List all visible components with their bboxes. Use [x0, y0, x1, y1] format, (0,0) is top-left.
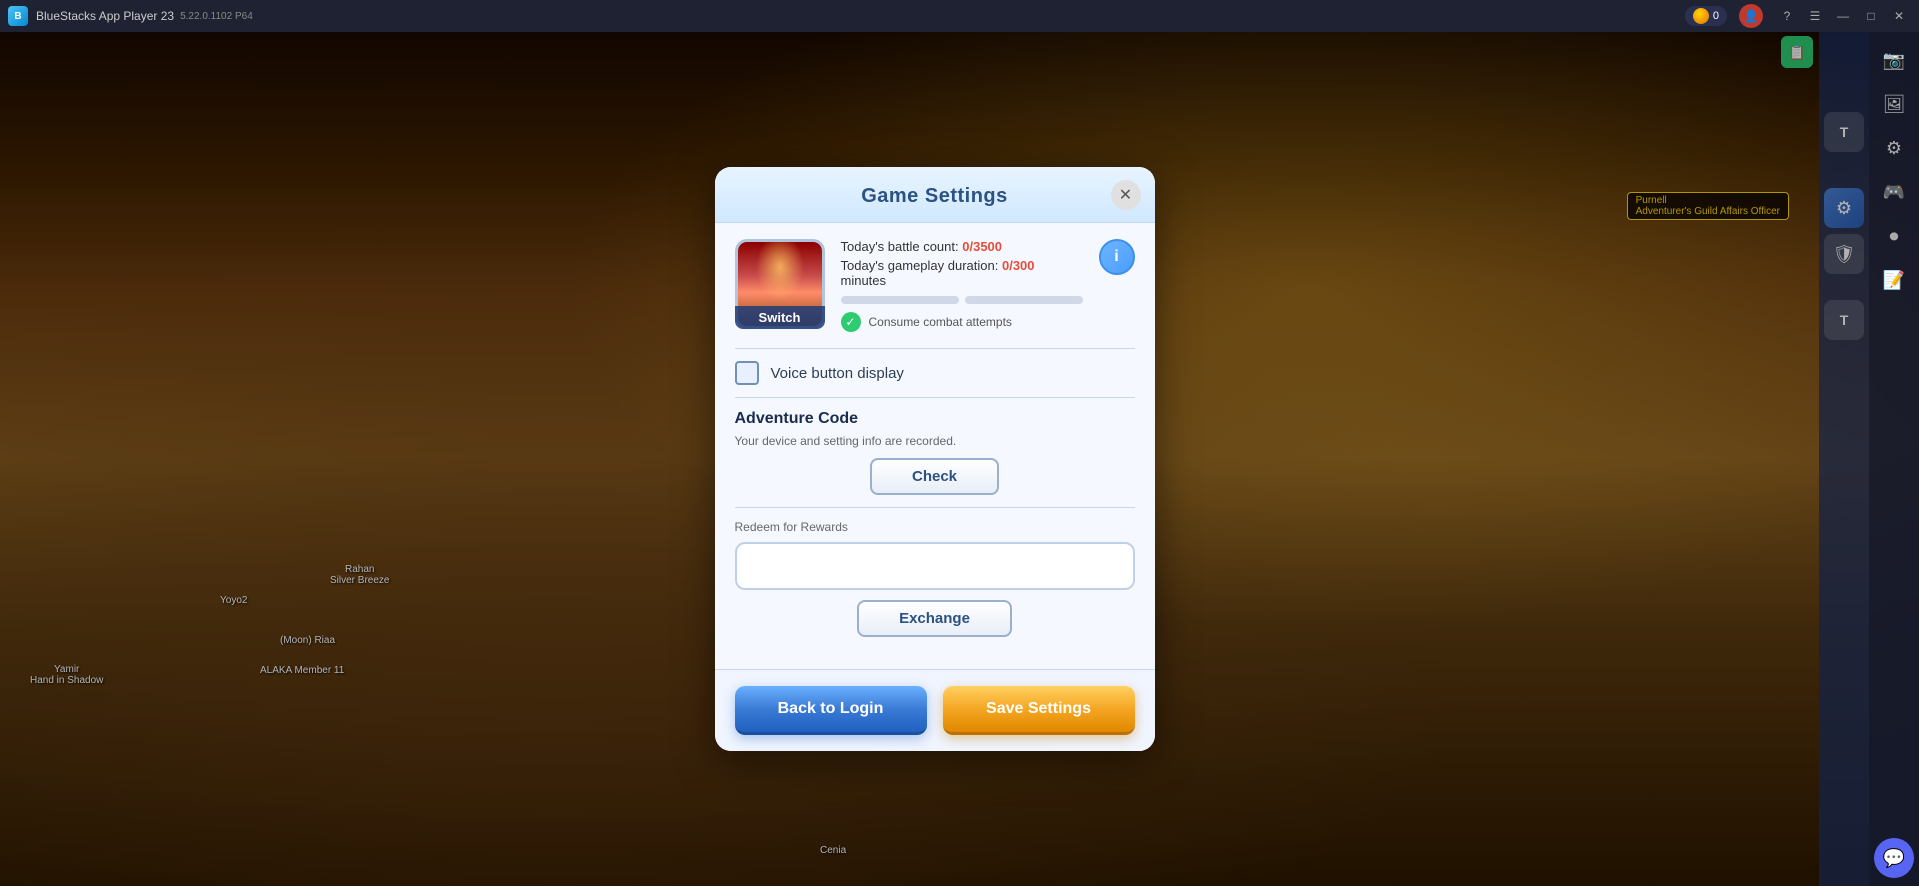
- account-avatar-wrap: Switch: [735, 239, 825, 329]
- help-button[interactable]: ?: [1775, 6, 1799, 26]
- app-logo: B: [8, 6, 28, 26]
- back-to-login-button[interactable]: Back to Login: [735, 686, 927, 735]
- duration-label: Today's gameplay duration:: [841, 258, 999, 273]
- sidebar-script-icon[interactable]: 📝: [1874, 260, 1914, 300]
- battle-count-row: Today's battle count: 0/3500: [841, 239, 1083, 254]
- voice-checkbox[interactable]: [735, 361, 759, 385]
- titlebar: B BlueStacks App Player 23 5.22.0.1102 P…: [0, 0, 1919, 32]
- progress-bars: [841, 296, 1083, 304]
- menu-button[interactable]: ☰: [1803, 6, 1827, 26]
- info-button[interactable]: i: [1099, 239, 1135, 275]
- adventure-title: Adventure Code: [735, 410, 1135, 428]
- modal-close-button[interactable]: ✕: [1111, 180, 1141, 210]
- sidebar-chat-button[interactable]: 💬: [1874, 838, 1914, 878]
- sidebar-camera-icon[interactable]: 📷: [1874, 40, 1914, 80]
- game-content: Purnell Adventurer's Guild Affairs Offic…: [0, 32, 1869, 886]
- voice-label: Voice button display: [771, 365, 904, 382]
- sidebar-media-icon[interactable]: 🖼: [1874, 84, 1914, 124]
- duration-value: 0/300: [1002, 258, 1035, 273]
- progress-bar-1: [841, 296, 959, 304]
- minimize-button[interactable]: —: [1831, 6, 1855, 26]
- user-avatar[interactable]: 👤: [1739, 4, 1763, 28]
- sidebar-macro-icon[interactable]: ⏺: [1874, 216, 1914, 256]
- close-button[interactable]: ✕: [1887, 6, 1911, 26]
- modal-footer: Back to Login Save Settings: [715, 669, 1155, 751]
- checkmark-icon: ✓: [841, 312, 861, 332]
- coin-count: 0: [1713, 10, 1719, 22]
- modal-body: Switch Today's battle count: 0/3500 Toda…: [715, 223, 1155, 669]
- divider-1: [735, 348, 1135, 349]
- modal-header: Game Settings ✕: [715, 167, 1155, 223]
- voice-section: Voice button display: [735, 361, 1135, 385]
- titlebar-controls: 0 👤 ? ☰ — □ ✕: [1685, 4, 1911, 28]
- coin-display: 0: [1685, 6, 1727, 26]
- app-title: BlueStacks App Player 23: [36, 9, 174, 23]
- restore-button[interactable]: □: [1859, 6, 1883, 26]
- battle-count-value: 0/3500: [962, 239, 1002, 254]
- redeem-input[interactable]: [735, 542, 1135, 590]
- duration-unit: minutes: [841, 273, 887, 288]
- check-button[interactable]: Check: [870, 458, 999, 495]
- save-settings-button[interactable]: Save Settings: [943, 686, 1135, 735]
- exchange-button[interactable]: Exchange: [857, 600, 1012, 637]
- consume-label: Consume combat attempts: [869, 315, 1012, 329]
- progress-bar-2: [965, 296, 1083, 304]
- account-info: Today's battle count: 0/3500 Today's gam…: [841, 239, 1083, 332]
- adventure-desc: Your device and setting info are recorde…: [735, 434, 1135, 448]
- sidebar-gamepad-icon[interactable]: 🎮: [1874, 172, 1914, 212]
- modal-title: Game Settings: [861, 185, 1008, 207]
- app-subtitle: 5.22.0.1102 P64: [180, 11, 253, 22]
- divider-3: [735, 507, 1135, 508]
- coin-icon: [1693, 8, 1709, 24]
- sidebar-settings-icon[interactable]: ⚙: [1874, 128, 1914, 168]
- battle-count-label: Today's battle count:: [841, 239, 959, 254]
- switch-label[interactable]: Switch: [735, 306, 825, 329]
- duration-row: Today's gameplay duration: 0/300 minutes: [841, 258, 1083, 288]
- account-section: Switch Today's battle count: 0/3500 Toda…: [735, 239, 1135, 332]
- adventure-section: Adventure Code Your device and setting i…: [735, 410, 1135, 495]
- divider-2: [735, 397, 1135, 398]
- modal-overlay: Game Settings ✕ Switch Today's battle: [0, 32, 1869, 886]
- consume-row: ✓ Consume combat attempts: [841, 312, 1083, 332]
- redeem-label: Redeem for Rewards: [735, 520, 1135, 534]
- game-settings-modal: Game Settings ✕ Switch Today's battle: [715, 167, 1155, 751]
- redeem-section: Redeem for Rewards Exchange: [735, 520, 1135, 637]
- bluestacks-sidebar: 📷 🖼 ⚙ 🎮 ⏺ 📝 💬: [1869, 32, 1919, 886]
